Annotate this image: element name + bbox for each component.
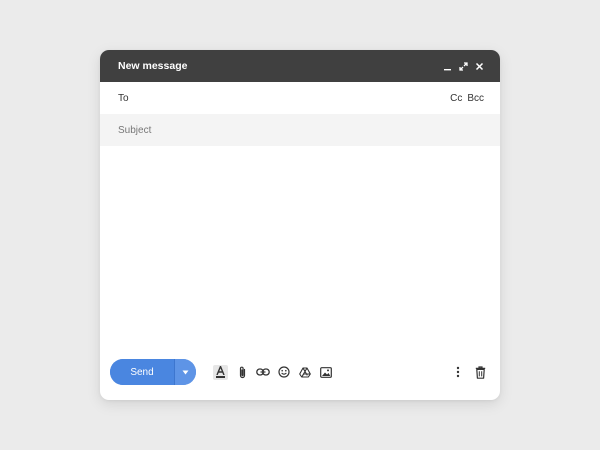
- trash-icon[interactable]: [473, 365, 487, 379]
- minimize-icon[interactable]: [443, 62, 452, 71]
- bcc-link[interactable]: Bcc: [467, 93, 484, 104]
- more-options-icon[interactable]: [451, 365, 465, 379]
- attach-icon[interactable]: [235, 365, 249, 379]
- to-label: To: [118, 92, 129, 104]
- compose-toolbar: Send: [100, 344, 500, 400]
- toolbar-right: [451, 365, 487, 379]
- cc-bcc-links: Cc Bcc: [450, 93, 484, 104]
- stage: New message To Cc Bcc Subject Send: [0, 0, 600, 450]
- compose-window: New message To Cc Bcc Subject Send: [100, 50, 500, 400]
- close-icon[interactable]: [475, 62, 484, 71]
- to-field[interactable]: To Cc Bcc: [100, 82, 500, 114]
- image-icon[interactable]: [319, 365, 333, 379]
- compose-titlebar: New message: [100, 50, 500, 82]
- link-icon[interactable]: [256, 365, 270, 379]
- cc-link[interactable]: Cc: [450, 93, 462, 104]
- expand-icon[interactable]: [459, 61, 468, 71]
- send-button[interactable]: Send: [110, 359, 174, 385]
- caret-down-icon: [182, 370, 189, 374]
- send-button-group: Send: [110, 359, 196, 385]
- drive-icon[interactable]: [298, 365, 312, 379]
- text-format-icon[interactable]: [213, 364, 228, 380]
- formatting-tools: [213, 364, 333, 380]
- message-body-area: [100, 146, 500, 344]
- subject-input[interactable]: [118, 124, 484, 136]
- window-controls: [443, 61, 484, 71]
- compose-title: New message: [118, 60, 188, 72]
- text-format-underline: [216, 376, 225, 378]
- message-body-input[interactable]: [100, 146, 500, 344]
- subject-row: [100, 114, 500, 146]
- emoji-icon[interactable]: [277, 365, 291, 379]
- send-options-button[interactable]: [174, 359, 196, 385]
